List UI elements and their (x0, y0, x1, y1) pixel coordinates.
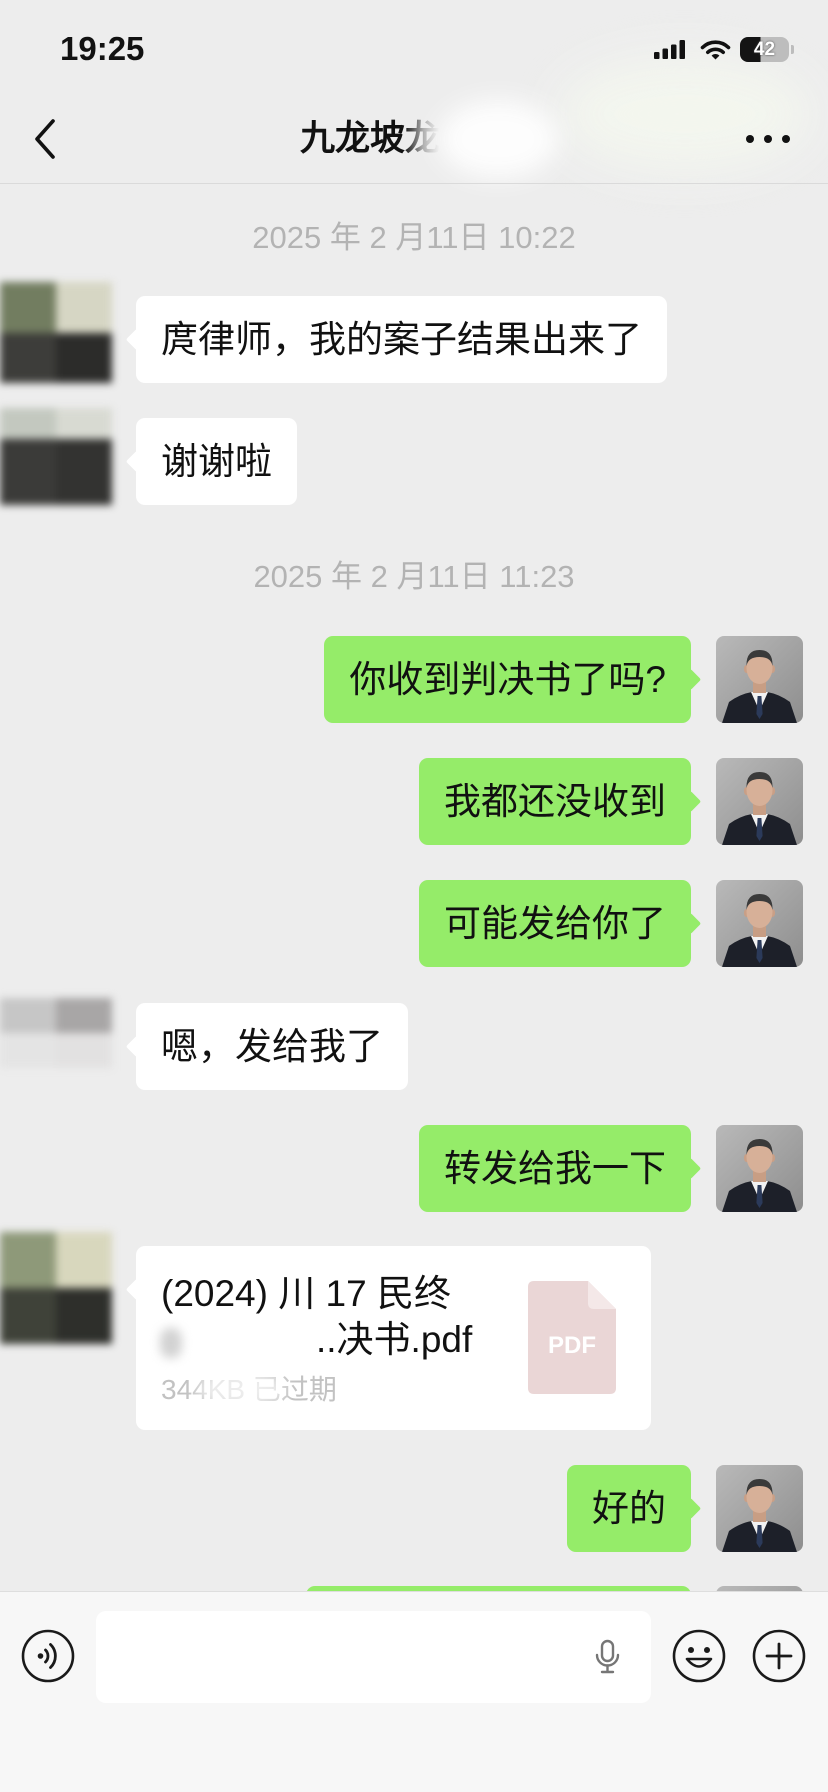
contact-avatar[interactable] (0, 1232, 112, 1344)
avatar-mosaic-block (56, 282, 112, 333)
avatar-mosaic-block (56, 1288, 112, 1344)
avatar-mosaic-block (56, 439, 112, 505)
message-bubble-sent[interactable]: 我都还没收到 (419, 758, 691, 845)
contact-avatar[interactable] (0, 408, 112, 505)
pdf-icon-label: PDF (548, 1332, 596, 1359)
battery-level: 42 (753, 39, 776, 60)
avatar-mosaic-block (56, 998, 112, 1033)
input-bar (0, 1591, 828, 1792)
message-bubble-received[interactable]: 庹律师，我的案子结果出来了 (136, 296, 667, 383)
avatar-mosaic-block (0, 282, 56, 333)
microphone-icon (595, 1639, 620, 1674)
plus-icon (752, 1629, 806, 1683)
avatar-mosaic-block (0, 1288, 56, 1344)
avatar-mosaic-block (56, 1033, 112, 1068)
redaction-blur (438, 100, 558, 178)
avatar-mosaic-block (0, 1033, 56, 1068)
redaction-blur (196, 1370, 286, 1408)
chat-screen: 19:25 42 九龙坡龙 2025 年 2 月11日 10:22 庹律师，我的… (0, 0, 828, 1792)
header-divider (0, 183, 828, 184)
avatar-mosaic-block (0, 439, 56, 505)
status-time: 19:25 (60, 30, 145, 67)
avatar-mosaic-block (0, 408, 56, 440)
pdf-icon-fold (588, 1281, 616, 1309)
message-input[interactable] (96, 1611, 651, 1703)
user-avatar[interactable] (716, 758, 803, 845)
avatar-mosaic-block (0, 332, 56, 383)
more-dots-icon (746, 135, 790, 143)
emoji-button[interactable] (672, 1629, 726, 1683)
more-options-button[interactable] (738, 119, 798, 159)
message-bubble-sent[interactable]: 可能发给你了 (419, 880, 691, 967)
redaction-blur (160, 1328, 182, 1358)
timestamp: 2025 年 2 月11日 11:23 (253, 559, 575, 594)
voice-input-icon (21, 1629, 75, 1683)
file-message-card[interactable]: (2024) 川 17 民终 ..决书.pdf 344KB 已过期 PDF (136, 1246, 651, 1430)
message-bubble-received[interactable]: 谢谢啦 (136, 418, 297, 505)
user-avatar[interactable] (716, 1125, 803, 1212)
chevron-left-icon (35, 119, 55, 159)
contact-avatar[interactable] (0, 282, 112, 383)
avatar-mosaic-block (0, 1232, 56, 1288)
timestamp: 2025 年 2 月11日 10:22 (252, 220, 576, 255)
file-name-line: ..决书.pdf (316, 1319, 473, 1360)
contact-avatar[interactable] (0, 998, 112, 1068)
user-avatar[interactable] (716, 636, 803, 723)
back-button[interactable] (30, 114, 64, 164)
cellular-signal-icon (654, 40, 685, 59)
avatar-mosaic-block (0, 998, 56, 1033)
user-avatar[interactable] (716, 880, 803, 967)
message-bubble-sent[interactable]: 好的 (567, 1465, 691, 1552)
avatar-mosaic-block (56, 408, 112, 440)
file-name-line: (2024) 川 17 民终 (161, 1273, 451, 1314)
battery-icon: 42 (740, 37, 789, 62)
more-functions-button[interactable] (752, 1629, 806, 1683)
wifi-icon (700, 38, 731, 60)
voice-toggle-button[interactable] (21, 1629, 75, 1683)
message-bubble-received[interactable]: 嗯，发给我了 (136, 1003, 408, 1090)
user-avatar[interactable] (716, 1465, 803, 1552)
emoji-icon (672, 1629, 726, 1683)
pdf-file-icon: PDF (528, 1281, 616, 1394)
message-bubble-sent[interactable]: 你收到判决书了吗? (324, 636, 691, 723)
battery-nub (791, 45, 794, 54)
avatar-mosaic-block (56, 1232, 112, 1288)
message-bubble-sent[interactable]: 转发给我一下 (419, 1125, 691, 1212)
speech-to-text-button[interactable] (594, 1639, 621, 1674)
chat-title: 九龙坡龙 (300, 119, 441, 158)
avatar-mosaic-block (56, 332, 112, 383)
